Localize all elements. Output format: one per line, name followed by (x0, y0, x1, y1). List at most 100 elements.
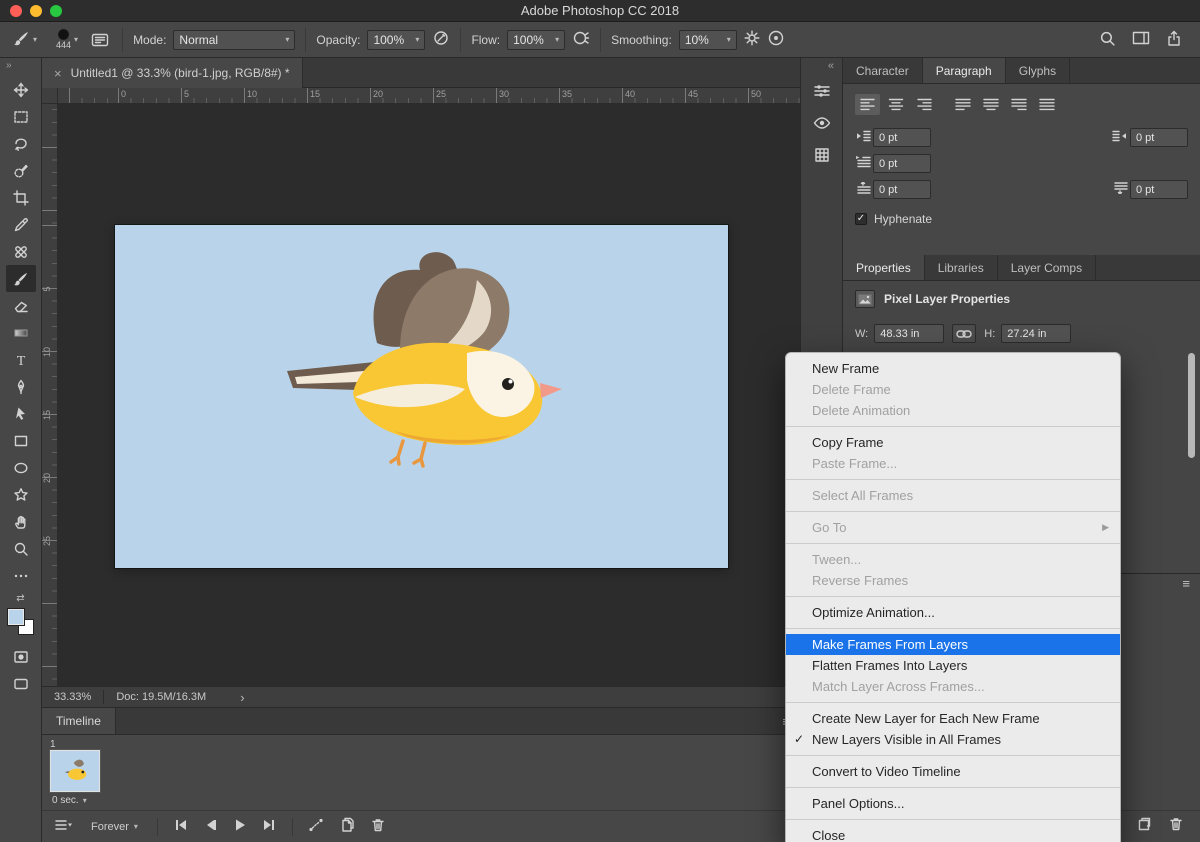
expand-panels-icon[interactable]: « (820, 58, 842, 74)
swap-colors-icon[interactable]: ⇄ (16, 593, 24, 607)
move-tool[interactable] (6, 76, 36, 103)
tween-button[interactable] (308, 817, 324, 836)
collapse-tools-icon[interactable]: » (0, 58, 18, 76)
minimize-window-button[interactable] (30, 5, 42, 17)
toggle-brush-settings-button[interactable] (88, 30, 112, 50)
timeline-options-icon[interactable] (54, 818, 72, 835)
tab-properties[interactable]: Properties (843, 255, 925, 280)
type-tool[interactable]: T (6, 346, 36, 373)
align-center-button[interactable] (883, 94, 908, 115)
tab-close-icon[interactable]: × (54, 66, 62, 81)
share-icon[interactable] (1166, 30, 1182, 50)
zoom-level[interactable]: 33.33% (54, 691, 91, 703)
edit-toolbar-icon[interactable] (6, 562, 36, 589)
close-window-button[interactable] (10, 5, 22, 17)
first-line-indent-field[interactable]: 0 pt (873, 154, 931, 173)
menu-item-optimize-animation[interactable]: Optimize Animation... (786, 602, 1120, 623)
width-field[interactable]: 48.33 in (874, 324, 944, 343)
rectangle-shape-tool[interactable] (6, 427, 36, 454)
document-image[interactable] (115, 225, 728, 568)
frame-delay-dropdown[interactable]: 0 sec. ▾ (52, 795, 104, 806)
gradient-tool[interactable] (6, 319, 36, 346)
clone-source-panel-icon[interactable] (807, 108, 837, 138)
foreground-color-swatch[interactable] (8, 609, 24, 625)
brush-settings-panel-icon[interactable] (807, 76, 837, 106)
duplicate-frame-button[interactable] (339, 817, 355, 836)
color-swatches[interactable] (8, 609, 34, 635)
space-before-field[interactable]: 0 pt (873, 180, 931, 199)
pen-pressure-size-icon[interactable] (767, 29, 785, 50)
menu-item-panel-options[interactable]: Panel Options... (786, 793, 1120, 814)
eyedropper-tool[interactable] (6, 211, 36, 238)
justify-last-right-button[interactable] (1006, 94, 1031, 115)
link-dimensions-icon[interactable] (952, 324, 976, 343)
ruler-origin-corner[interactable] (42, 88, 58, 104)
tab-paragraph[interactable]: Paragraph (923, 58, 1006, 83)
menu-item-copy-frame[interactable]: Copy Frame (786, 432, 1120, 453)
align-right-button[interactable] (911, 94, 936, 115)
tab-character[interactable]: Character (843, 58, 923, 83)
frame-thumbnail[interactable] (50, 750, 100, 792)
brush-preset-picker[interactable]: 444 ▾ (47, 27, 81, 52)
justify-last-left-button[interactable] (950, 94, 975, 115)
tab-libraries[interactable]: Libraries (925, 255, 998, 280)
eraser-tool[interactable] (6, 292, 36, 319)
previous-frame-button[interactable] (203, 818, 218, 835)
menu-item-make-frames-from-layers[interactable]: Make Frames From Layers (786, 634, 1120, 655)
play-button[interactable] (233, 818, 247, 835)
timeline-frame-1[interactable]: 1 0 sec. ▾ (48, 739, 104, 807)
menu-item-create-new-layer-for-each-frame[interactable]: Create New Layer for Each New Frame (786, 708, 1120, 729)
path-selection-tool[interactable] (6, 400, 36, 427)
next-frame-button[interactable] (262, 818, 277, 835)
quick-mask-icon[interactable] (6, 643, 36, 670)
healing-brush-tool[interactable] (6, 238, 36, 265)
menu-item-flatten-frames-into-layers[interactable]: Flatten Frames Into Layers (786, 655, 1120, 676)
space-after-field[interactable]: 0 pt (1130, 180, 1188, 199)
status-options-chevron-icon[interactable]: › (240, 690, 244, 705)
zoom-window-button[interactable] (50, 5, 62, 17)
ellipse-shape-tool[interactable] (6, 454, 36, 481)
canvas[interactable] (58, 104, 800, 686)
layers-panel-menu-icon[interactable]: ≡ (1182, 576, 1190, 591)
height-field[interactable]: 27.24 in (1001, 324, 1071, 343)
align-left-button[interactable] (855, 94, 880, 115)
smoothing-options-gear-icon[interactable] (744, 30, 760, 49)
first-frame-button[interactable] (173, 818, 188, 835)
flow-dropdown[interactable]: 100% ▾ (507, 30, 565, 50)
indent-left-field[interactable]: 0 pt (873, 128, 931, 147)
screen-mode-icon[interactable] (6, 670, 36, 697)
custom-shape-tool[interactable] (6, 481, 36, 508)
loop-count-dropdown[interactable]: Forever ▾ (87, 819, 142, 835)
airbrush-icon[interactable] (572, 29, 590, 50)
menu-item-new-layers-visible-in-all-frames[interactable]: ✓ New Layers Visible in All Frames (786, 729, 1120, 750)
menu-item-new-frame[interactable]: New Frame (786, 358, 1120, 379)
opacity-dropdown[interactable]: 100% ▾ (367, 30, 425, 50)
quick-selection-tool[interactable] (6, 157, 36, 184)
menu-item-convert-to-video-timeline[interactable]: Convert to Video Timeline (786, 761, 1120, 782)
workspace-switcher-icon[interactable] (1132, 30, 1150, 49)
pen-pressure-opacity-icon[interactable] (432, 29, 450, 50)
tab-timeline[interactable]: Timeline (42, 708, 116, 734)
tab-glyphs[interactable]: Glyphs (1006, 58, 1070, 83)
search-icon[interactable] (1099, 30, 1116, 50)
rectangular-marquee-tool[interactable] (6, 103, 36, 130)
justify-last-center-button[interactable] (978, 94, 1003, 115)
delete-frame-trash-icon[interactable] (370, 817, 386, 836)
mode-dropdown[interactable]: Normal ▾ (173, 30, 295, 50)
brush-tool[interactable] (6, 265, 36, 292)
delete-layer-trash-icon[interactable] (1168, 816, 1184, 837)
crop-tool[interactable] (6, 184, 36, 211)
lasso-tool[interactable] (6, 130, 36, 157)
tool-preset-button[interactable]: ▾ (10, 28, 40, 52)
hand-tool[interactable] (6, 508, 36, 535)
panel-scrollbar[interactable] (1188, 353, 1195, 458)
hyphenate-checkbox[interactable]: ✓ (855, 213, 867, 225)
new-layer-icon[interactable] (1136, 816, 1152, 837)
zoom-tool[interactable] (6, 535, 36, 562)
indent-right-field[interactable]: 0 pt (1130, 128, 1188, 147)
pen-tool[interactable] (6, 373, 36, 400)
character-styles-panel-icon[interactable] (807, 140, 837, 170)
justify-all-button[interactable] (1034, 94, 1059, 115)
smoothing-dropdown[interactable]: 10% ▾ (679, 30, 737, 50)
menu-item-close[interactable]: Close (786, 825, 1120, 842)
